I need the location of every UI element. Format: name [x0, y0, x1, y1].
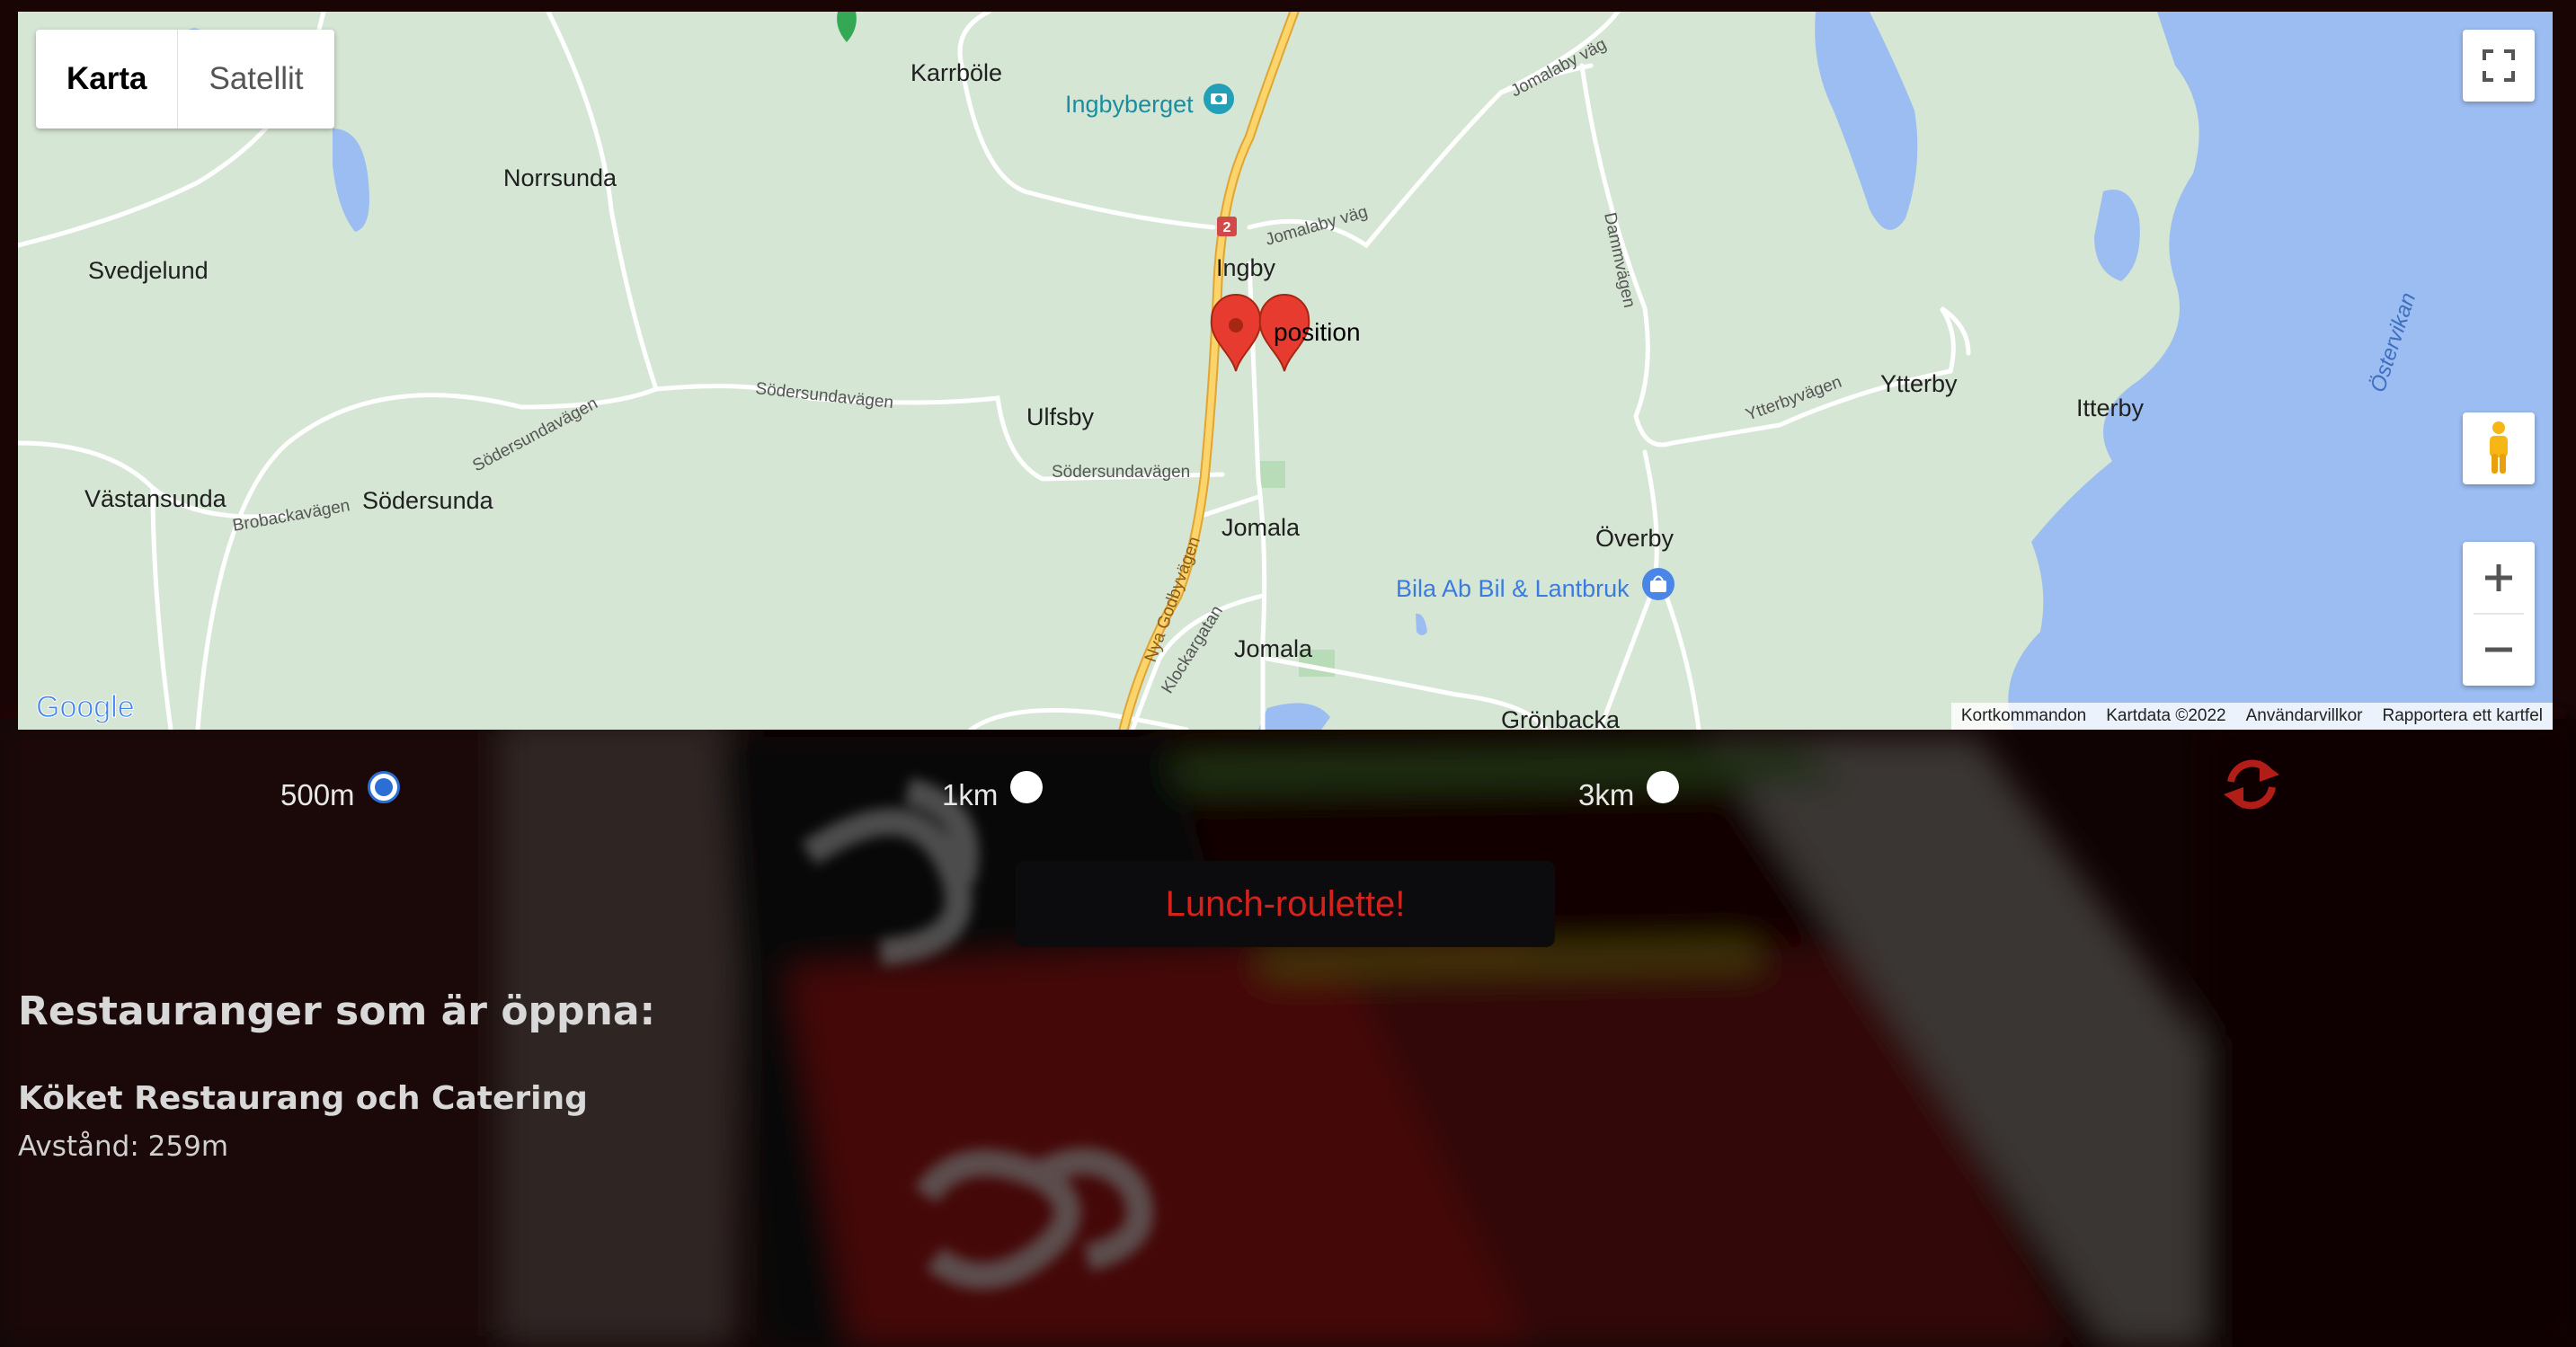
terms-link[interactable]: Användarvillkor	[2236, 703, 2373, 730]
place-label: Ulfsby	[1026, 403, 1095, 430]
poi-label[interactable]: Ingbyberget	[1065, 91, 1194, 118]
place-label: Grönbacka	[1501, 706, 1621, 730]
minus-icon	[2485, 647, 2512, 652]
fullscreen-button[interactable]	[2463, 30, 2535, 102]
place-label: Itterby	[2076, 394, 2145, 421]
map-type-satellit-button[interactable]: Satellit	[177, 30, 333, 128]
radius-label: 500m	[280, 778, 355, 811]
poi-icon[interactable]	[1204, 84, 1234, 114]
poi-label[interactable]: Bila Ab Bil & Lantbruk	[1396, 575, 1630, 602]
refresh-icon[interactable]	[2220, 755, 2283, 814]
pegman-icon	[2490, 421, 2508, 474]
route-number: 2	[1223, 220, 1231, 235]
fullscreen-icon	[2483, 49, 2515, 82]
place-label: Södersunda	[362, 487, 494, 514]
results-heading: Restauranger som är öppna:	[18, 988, 656, 1034]
place-label: Ingby	[1216, 254, 1276, 281]
radio-button[interactable]	[367, 771, 400, 803]
radio-button[interactable]	[1010, 771, 1044, 803]
place-label: Karrböle	[910, 59, 1002, 86]
street-view-pegman-button[interactable]	[2463, 412, 2535, 484]
radius-label: 3km	[1578, 778, 1635, 811]
place-label: Norrsunda	[503, 164, 617, 191]
map-data-text: Kartdata ©2022	[2106, 706, 2226, 725]
zoom-in-button[interactable]	[2463, 542, 2535, 614]
radius-option-1km[interactable]: 1km	[942, 762, 1044, 812]
plus-icon	[2485, 564, 2512, 591]
radius-label: 1km	[942, 778, 999, 811]
zoom-control	[2463, 542, 2535, 686]
marker-label: position	[1274, 318, 1361, 346]
radius-option-500m[interactable]: 500m	[280, 762, 400, 812]
zoom-out-button[interactable]	[2463, 614, 2535, 686]
road-label: Södersundavägen	[1052, 463, 1190, 482]
place-label: Överby	[1595, 525, 1674, 552]
route-shield: 2	[1217, 217, 1237, 236]
place-label: Jomala	[1221, 514, 1301, 541]
place-label: Västansunda	[84, 485, 227, 512]
map-type-control: Karta Satellit	[36, 30, 334, 128]
google-logo: Google	[36, 690, 135, 724]
place-label: Jomala	[1234, 635, 1313, 662]
keyboard-shortcuts-link[interactable]: Kortkommandon	[1951, 703, 2096, 730]
map-type-karta-button[interactable]: Karta	[36, 30, 177, 128]
report-error-link[interactable]: Rapportera ett kartfel	[2373, 703, 2553, 730]
map-attribution: Kortkommandon Kartdata ©2022 Användarvil…	[1950, 703, 2553, 730]
radius-option-3km[interactable]: 3km	[1578, 762, 1680, 812]
radio-button[interactable]	[1647, 771, 1680, 803]
lunch-roulette-button[interactable]: Lunch-roulette!	[1016, 861, 1555, 947]
place-label: Ytterby	[1880, 370, 1958, 397]
map-canvas[interactable]: 2 Karrböle Norrsunda Svedjelund Ingby Ul…	[18, 12, 2553, 730]
map[interactable]: 2 Karrböle Norrsunda Svedjelund Ingby Ul…	[18, 12, 2553, 730]
shopping-bag-icon[interactable]	[1642, 568, 1674, 600]
restaurant-distance: Avstånd: 259m	[18, 1130, 229, 1163]
restaurant-name[interactable]: Köket Restaurang och Catering	[18, 1080, 588, 1117]
place-label: Svedjelund	[88, 257, 209, 284]
